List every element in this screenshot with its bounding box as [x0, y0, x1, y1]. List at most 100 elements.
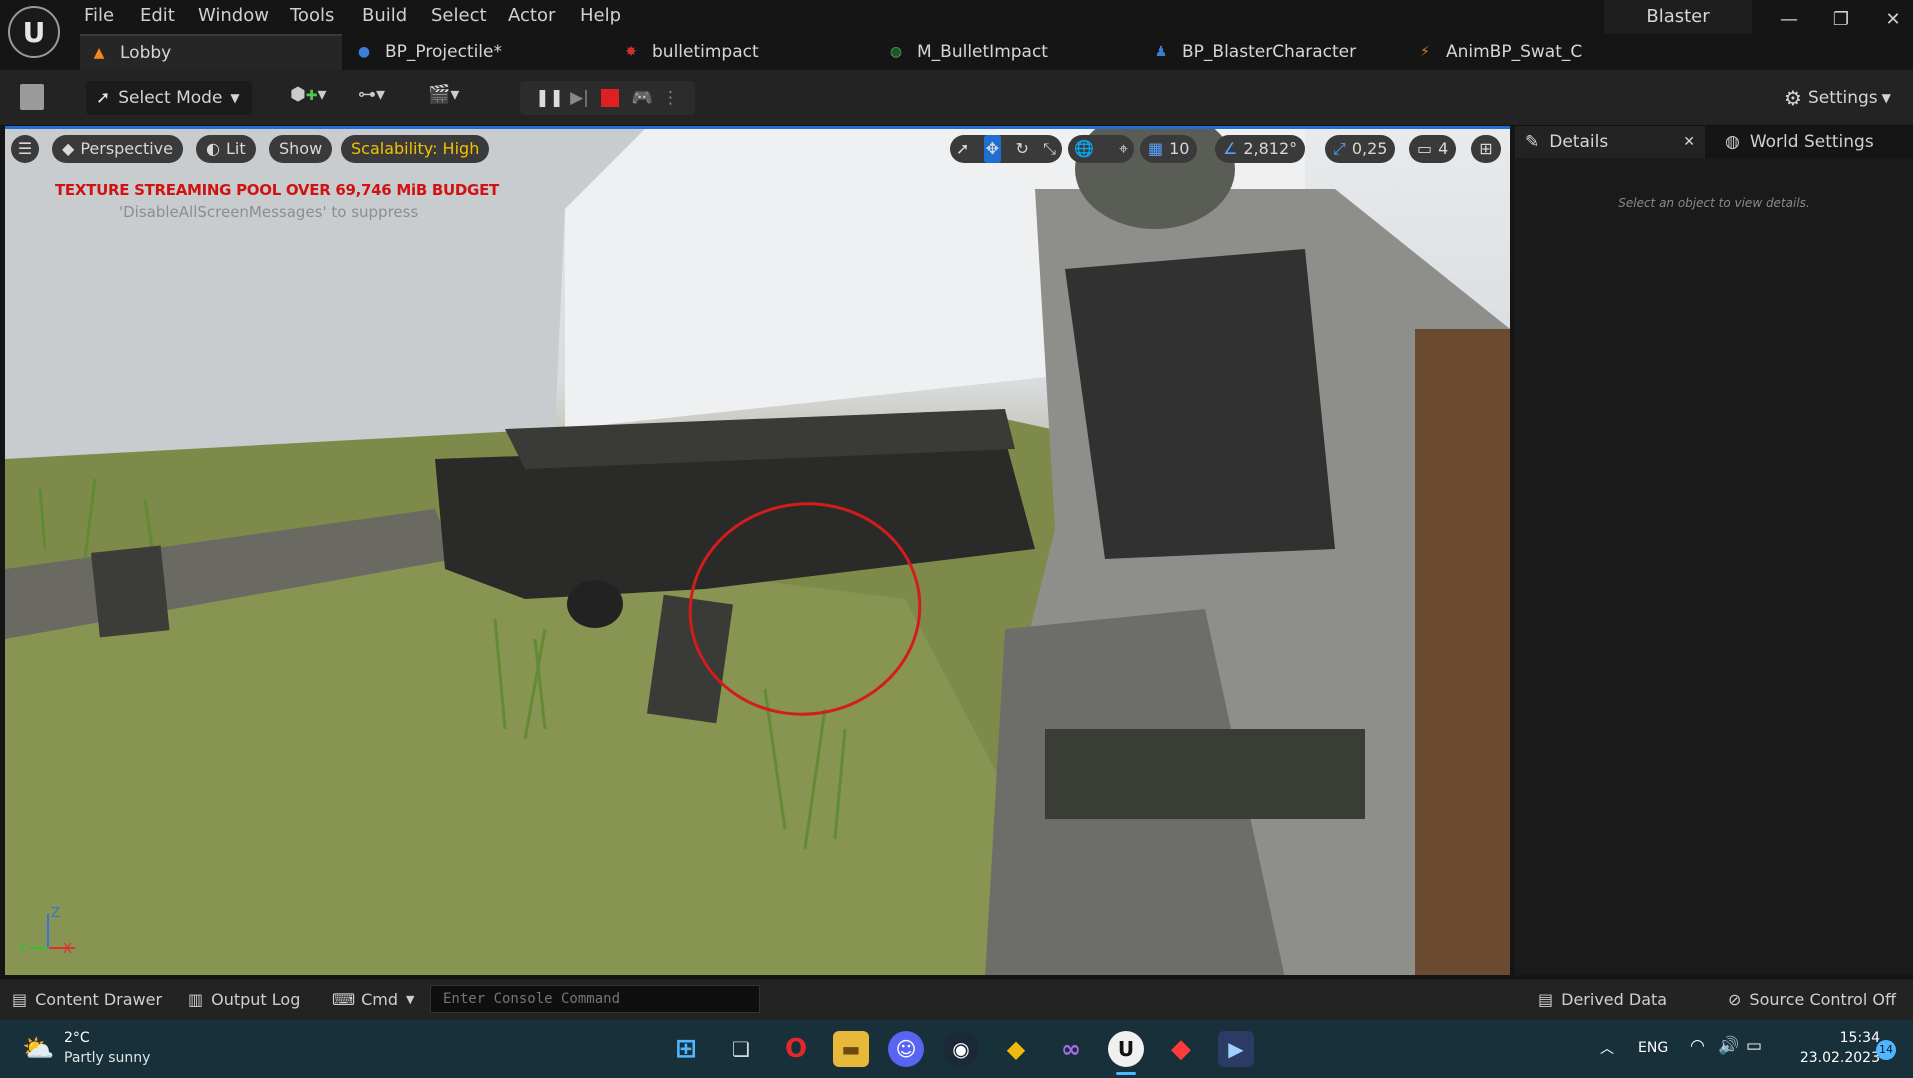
perspective-button[interactable]: ◆ Perspective [52, 135, 183, 163]
volume-icon[interactable]: 🔊 [1718, 1036, 1739, 1056]
minimize-icon[interactable]: — [1774, 8, 1804, 32]
menu-select[interactable]: Select [431, 4, 487, 28]
rotation-snap-button[interactable]: ∠ 2,812° [1215, 135, 1306, 163]
tab-details[interactable]: ✎ Details ✕ [1515, 126, 1705, 158]
blueprint-menu-icon[interactable]: ⊶▾ [358, 84, 406, 112]
opera-icon[interactable]: O [778, 1031, 814, 1067]
rotate-tool-icon[interactable]: ↻ [1015, 135, 1028, 163]
unreal-logo-icon[interactable]: U [8, 6, 60, 58]
save-icon[interactable] [20, 84, 44, 110]
tab-lobby[interactable]: ▲ Lobby [80, 34, 342, 70]
menu-help[interactable]: Help [580, 4, 621, 28]
source-control-off-icon: ⊘ [1728, 990, 1742, 1009]
viewport-menu-icon[interactable]: ☰ [11, 135, 39, 163]
menu-actor[interactable]: Actor [508, 4, 555, 28]
battery-icon[interactable]: ▭ [1746, 1036, 1762, 1056]
stop-icon[interactable] [595, 89, 625, 107]
grid-snap-button[interactable]: ▦ 10 [1140, 135, 1198, 163]
scale-snap-button[interactable]: ⤢ 0,25 [1325, 135, 1396, 163]
show-button[interactable]: Show [269, 135, 333, 163]
menu-edit[interactable]: Edit [140, 4, 175, 28]
file-explorer-icon[interactable]: ▬ [833, 1031, 869, 1067]
world-icon: ◍ [1725, 132, 1740, 152]
camera-icon: ▭ [1417, 139, 1433, 158]
content-drawer-button[interactable]: ▤ Content Drawer [12, 987, 162, 1013]
derived-data-label: Derived Data [1561, 990, 1668, 1009]
menu-tools[interactable]: Tools [290, 4, 334, 28]
output-log-label: Output Log [211, 990, 301, 1009]
cinematics-icon[interactable]: 🎬▾ [428, 84, 476, 112]
visual-studio-icon[interactable]: ∞ [1053, 1031, 1089, 1067]
output-log-icon: ▥ [188, 990, 204, 1009]
scalability-button[interactable]: Scalability: High [341, 135, 490, 163]
close-window-icon[interactable]: ✕ [1878, 8, 1908, 32]
app-launcher-icon[interactable]: ▶ [1218, 1031, 1254, 1067]
warning-hint: 'DisableAllScreenMessages' to suppress [119, 203, 419, 221]
menu-build[interactable]: Build [362, 4, 407, 28]
lit-button[interactable]: ◐ Lit [196, 135, 256, 163]
coordinate-tools: 🌐 ⌖ [1068, 135, 1134, 163]
move-tool-icon[interactable]: ✥ [983, 135, 1002, 163]
windows-start-icon[interactable]: ⊞ [668, 1031, 704, 1067]
tray-overflow-icon[interactable]: ︿ [1600, 1038, 1614, 1058]
surface-snap-icon[interactable]: ⌖ [1119, 135, 1128, 163]
tab-animbp-swat[interactable]: ⚡ AnimBP_Swat_C [1416, 34, 1636, 70]
cmd-dropdown[interactable]: ⌨ Cmd ▼ [332, 987, 414, 1013]
content-drawer-label: Content Drawer [35, 990, 163, 1009]
tab-label: BP_BlasterCharacter [1182, 42, 1357, 62]
weather-desc: Partly sunny [64, 1050, 151, 1066]
play-controls: ❚❚ ▶| 🎮 ⋮ [520, 81, 695, 115]
tab-bulletimpact[interactable]: ✸ bulletimpact [622, 34, 822, 70]
globe-icon[interactable]: 🌐 [1074, 135, 1094, 163]
clock-time[interactable]: 15:34 [1790, 1030, 1880, 1046]
gamepad-icon[interactable]: 🎮 [625, 88, 661, 108]
project-name: Blaster [1604, 0, 1752, 34]
material-icon: ◍ [889, 44, 903, 60]
steam-icon[interactable]: ◉ [943, 1031, 979, 1067]
menu-window[interactable]: Window [198, 4, 269, 28]
camera-speed-button[interactable]: ▭ 4 [1409, 135, 1457, 163]
details-tab-label: Details [1549, 132, 1609, 152]
layout-icon[interactable]: ⊞ [1471, 135, 1501, 163]
cmd-label: Cmd [361, 990, 399, 1009]
add-actor-icon[interactable]: ⬢✚▾ [290, 84, 338, 112]
sphere-icon: ◐ [206, 139, 220, 158]
binance-icon[interactable]: ◆ [998, 1031, 1034, 1067]
close-tab-icon[interactable]: ✕ [1683, 134, 1695, 150]
app-red-diamond-icon[interactable]: ◆ [1163, 1031, 1199, 1067]
menu-file[interactable]: File [84, 4, 114, 28]
task-view-icon[interactable]: ❏ [723, 1031, 759, 1067]
discord-icon[interactable]: ☺ [888, 1031, 924, 1067]
unreal-engine-icon[interactable]: U [1108, 1031, 1144, 1067]
tab-bp-blastercharacter[interactable]: ♟ BP_BlasterCharacter [1152, 34, 1392, 70]
notification-badge[interactable]: 14 [1876, 1040, 1896, 1060]
settings-label: Settings [1807, 88, 1878, 108]
angle-icon: ∠ [1223, 139, 1238, 158]
show-label: Show [279, 139, 323, 158]
source-control-label: Source Control Off [1749, 990, 1896, 1009]
scale-tool-icon[interactable]: ⤡ [1043, 135, 1056, 163]
level-icon: ▲ [93, 45, 105, 61]
level-viewport[interactable]: ☰ ◆ Perspective ◐ Lit Show Scalability: … [5, 126, 1510, 975]
select-tool-icon[interactable]: ➚ [956, 135, 969, 163]
source-control-button[interactable]: ⊘ Source Control Off [1728, 987, 1896, 1013]
step-icon[interactable]: ▶| [565, 88, 595, 108]
derived-data-button[interactable]: ▤ Derived Data [1538, 987, 1667, 1013]
output-log-button[interactable]: ▥ Output Log [188, 987, 300, 1013]
tab-m-bulletimpact[interactable]: ◍ M_BulletImpact [887, 34, 1107, 70]
scale-icon: ⤢ [1333, 139, 1346, 158]
status-bar: ▤ Content Drawer ▥ Output Log ⌨ Cmd ▼ ▤ … [0, 978, 1913, 1020]
select-mode-dropdown[interactable]: ➚ Select Mode ▼ [86, 81, 252, 115]
weather-icon[interactable]: ⛅ [22, 1034, 54, 1064]
tab-bp-projectile[interactable]: ● BP_Projectile* [355, 34, 575, 70]
tab-world-settings[interactable]: ◍ World Settings [1719, 126, 1909, 158]
settings-button[interactable]: ⚙ Settings ▼ [1784, 84, 1891, 112]
clock-date[interactable]: 23.02.2023 [1790, 1050, 1880, 1066]
console-command-input[interactable] [430, 985, 760, 1013]
tab-label: AnimBP_Swat_C [1446, 42, 1583, 62]
more-options-icon[interactable]: ⋮ [661, 88, 681, 108]
pause-icon[interactable]: ❚❚ [535, 88, 565, 108]
restore-icon[interactable]: ❐ [1826, 8, 1856, 32]
language-indicator[interactable]: ENG [1638, 1040, 1668, 1056]
wifi-icon[interactable]: ◠ [1690, 1036, 1705, 1056]
